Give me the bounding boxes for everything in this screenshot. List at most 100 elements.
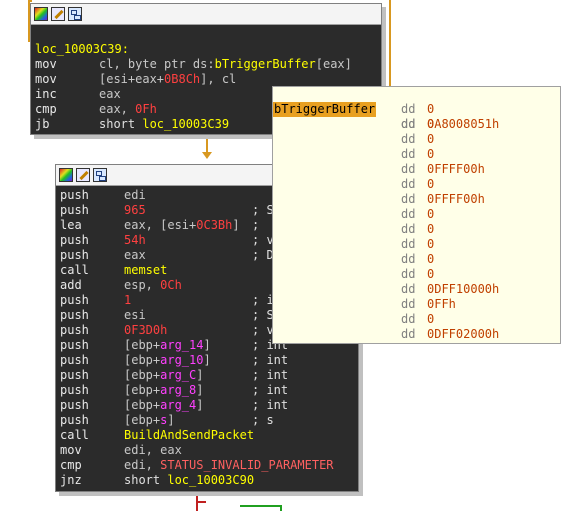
- mnemonic: push: [60, 413, 89, 427]
- hint-directive: dd: [401, 162, 416, 176]
- instruction-line[interactable]: mov cl, byte ptr ds:bTriggerBuffer[eax]: [35, 57, 381, 72]
- hint-row: dd 0: [273, 267, 560, 282]
- hint-value: 0FFFF00h: [427, 192, 485, 206]
- operands: short loc_10003C39: [99, 117, 229, 132]
- mnemonic: push: [60, 353, 89, 367]
- hint-value: 0: [427, 102, 435, 116]
- operands: esi: [124, 308, 146, 323]
- hint-value: 0: [427, 237, 435, 251]
- mnemonic: call: [60, 263, 89, 277]
- hint-value: 0FFFF00h: [427, 162, 485, 176]
- operand-token[interactable]: BuildAndSendPacket: [124, 428, 254, 442]
- mnemonic: cmp: [60, 458, 82, 472]
- graph-overview-icon[interactable]: [68, 7, 82, 21]
- operand-token[interactable]: STATUS_INVALID_PARAMETER: [160, 458, 333, 472]
- operand-token[interactable]: arg_4: [160, 398, 196, 412]
- hint-value: 0DFF10000h: [427, 282, 500, 296]
- mnemonic: lea: [60, 218, 82, 232]
- instruction-line[interactable]: push [ebp+arg_4] ; int: [60, 398, 358, 413]
- operand-token: [eax]: [315, 57, 352, 71]
- operand-token: ]: [196, 383, 204, 397]
- operands: short loc_10003C90: [124, 473, 254, 488]
- operand-token: 0Ch: [160, 278, 182, 292]
- operand-token[interactable]: loc_10003C39: [142, 117, 229, 131]
- instruction-line[interactable]: push [ebp+arg_C] ; int: [60, 368, 358, 383]
- operand-token: ]: [203, 338, 211, 352]
- operand-token: esi: [124, 308, 146, 322]
- mnemonic: push: [60, 233, 89, 247]
- hint-row: dd 0: [273, 312, 560, 327]
- instruction-line[interactable]: mov edi, eax: [60, 443, 358, 458]
- edge-branch-green: [240, 505, 280, 507]
- operand-token: 0F3D0h: [124, 323, 168, 337]
- mnemonic: mov: [35, 72, 57, 86]
- edge-block1-to-block2: [206, 134, 208, 154]
- operand-token[interactable]: arg_C: [160, 368, 196, 382]
- hint-row: dd 0: [273, 102, 560, 117]
- mnemonic: push: [60, 248, 89, 262]
- hint-directive: dd: [401, 207, 416, 221]
- hint-value: 0: [427, 117, 435, 131]
- instruction-line[interactable]: cmp edi, STATUS_INVALID_PARAMETER: [60, 458, 358, 473]
- graph-overview-icon[interactable]: [93, 168, 107, 182]
- operand-token[interactable]: memset: [124, 263, 167, 277]
- operand-token: 0B8Ch: [164, 72, 201, 86]
- operand-token: esp,: [124, 278, 161, 292]
- hint-directive: dd: [401, 237, 416, 251]
- location-label[interactable]: loc_10003C39:: [35, 42, 381, 57]
- ida-graph-view[interactable]: loc_10003C39: mov cl, byte ptr ds:bTrigge…: [0, 0, 561, 511]
- operand-token[interactable]: bTriggerBuffer: [215, 57, 316, 71]
- operand-token: ]: [232, 218, 240, 232]
- mnemonic: add: [60, 278, 82, 292]
- comment: ; int: [252, 368, 289, 382]
- comment: ; s: [252, 413, 274, 427]
- hint-value: 0FFh: [427, 297, 456, 311]
- edit-icon[interactable]: [51, 7, 65, 21]
- operand-token: ]: [196, 398, 204, 412]
- instruction-line[interactable]: push [ebp+s] ; s: [60, 413, 358, 428]
- operand-token: 0Fh: [135, 102, 157, 116]
- hint-row: dd 0: [273, 207, 560, 222]
- operands: [ebp+arg_4]: [124, 398, 203, 413]
- operands: cl, byte ptr ds:bTriggerBuffer[eax]: [99, 57, 352, 72]
- operands: [ebp+arg_C]: [124, 368, 203, 383]
- instruction-line[interactable]: mov [esi+eax+0B8Ch], cl: [35, 72, 381, 87]
- symbol-hint-popup: bTriggerBuffer dd 0A8008051h dd 0 dd 0 dd 0 dd 0…: [272, 86, 561, 344]
- operand-token: [ebp+: [124, 398, 161, 412]
- mnemonic: inc: [35, 87, 57, 101]
- operand-token: short: [124, 473, 168, 487]
- comment: ; int: [252, 353, 289, 367]
- operand-token[interactable]: arg_10: [160, 353, 203, 367]
- operand-token[interactable]: arg_14: [160, 338, 203, 352]
- comment: ; S: [252, 203, 274, 217]
- instruction-line[interactable]: push [ebp+arg_8] ; int: [60, 383, 358, 398]
- edit-icon[interactable]: [76, 168, 90, 182]
- hint-value: 0: [427, 132, 435, 146]
- hint-directive: dd: [401, 177, 416, 191]
- mnemonic: mov: [35, 57, 57, 71]
- operand-token: eax, [esi+: [124, 218, 197, 232]
- color-palette-icon[interactable]: [59, 168, 73, 182]
- mnemonic: push: [60, 338, 89, 352]
- hint-directive: dd: [401, 192, 416, 206]
- hint-directive: dd: [401, 282, 416, 296]
- instruction-line[interactable]: push [ebp+arg_10] ; int: [60, 353, 358, 368]
- instruction-line[interactable]: jnz short loc_10003C90: [60, 473, 358, 488]
- comment: ; v: [252, 233, 274, 247]
- mnemonic: mov: [60, 443, 82, 457]
- hint-directive: dd: [401, 102, 416, 116]
- instruction-line[interactable]: call BuildAndSendPacket: [60, 428, 358, 443]
- operands: esp, 0Ch: [124, 278, 182, 293]
- operands: eax, 0Fh: [99, 102, 157, 117]
- color-palette-icon[interactable]: [34, 7, 48, 21]
- edge-branch-red-h: [196, 501, 206, 503]
- operand-token: 54h: [124, 233, 146, 247]
- hint-directive: dd: [401, 312, 416, 326]
- hint-directive: dd: [401, 147, 416, 161]
- operand-token[interactable]: loc_10003C90: [167, 473, 254, 487]
- operand-token[interactable]: arg_8: [160, 383, 196, 397]
- operand-token: edi, eax: [124, 443, 182, 457]
- operand-token: [esi+eax+: [99, 72, 165, 86]
- mnemonic: push: [60, 368, 89, 382]
- operand-token: [ebp+: [124, 368, 161, 382]
